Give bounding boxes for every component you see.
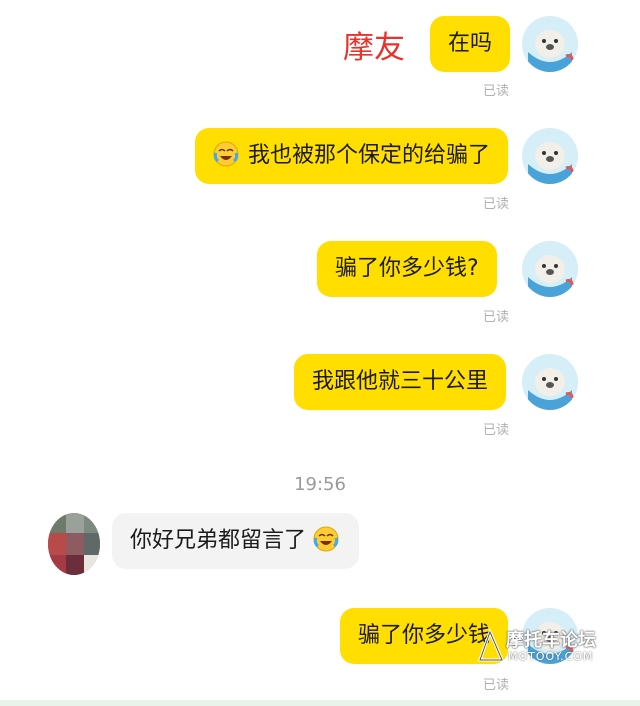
message-text: 你好兄弟都留言了 (130, 528, 307, 553)
avatar[interactable] (522, 128, 578, 184)
read-status: 已读 (482, 310, 509, 325)
read-status: 已读 (482, 84, 509, 99)
message-bubble-in[interactable]: 你好兄弟都留言了 (112, 513, 360, 569)
crying-laughing-emoji-icon (313, 526, 339, 552)
message-text: 我跟他就三十公里 (312, 369, 489, 394)
seal-avatar-icon (522, 128, 578, 184)
avatar[interactable] (48, 513, 100, 575)
avatar[interactable] (522, 354, 578, 410)
pixelated-avatar-icon (48, 513, 100, 575)
message-bubble-out[interactable]: 我也被那个保定的给骗了 (195, 128, 509, 184)
message-bubble-out[interactable]: 骗了你多少钱? (317, 241, 497, 297)
message-bubble-out[interactable]: 在吗 (430, 16, 511, 72)
timestamp: 19:56 (294, 474, 346, 495)
seal-avatar-icon (522, 16, 578, 72)
overlay-label: 摩友 (343, 30, 405, 66)
watermark-text: 摩托车论坛 (506, 630, 596, 651)
watermark-subtext: MOTOOY.COM (508, 650, 594, 663)
message-text: 骗了你多少钱 (358, 623, 491, 648)
message-text: 我也被那个保定的给骗了 (248, 143, 491, 168)
message-text: 骗了你多少钱? (335, 256, 479, 281)
avatar[interactable] (522, 241, 578, 297)
read-status: 已读 (482, 678, 509, 693)
seal-avatar-icon (522, 354, 578, 410)
read-status: 已读 (482, 197, 509, 212)
avatar[interactable] (522, 16, 578, 72)
seal-avatar-icon (522, 241, 578, 297)
watermark: 摩托车论坛 MOTOOY.COM (476, 620, 596, 670)
bottom-bar (0, 700, 640, 706)
read-status: 已读 (482, 423, 509, 438)
motorcycle-logo-icon (477, 627, 505, 662)
crying-laughing-emoji-icon (213, 141, 239, 167)
message-text: 在吗 (448, 31, 493, 56)
message-bubble-out[interactable]: 我跟他就三十公里 (294, 354, 507, 410)
